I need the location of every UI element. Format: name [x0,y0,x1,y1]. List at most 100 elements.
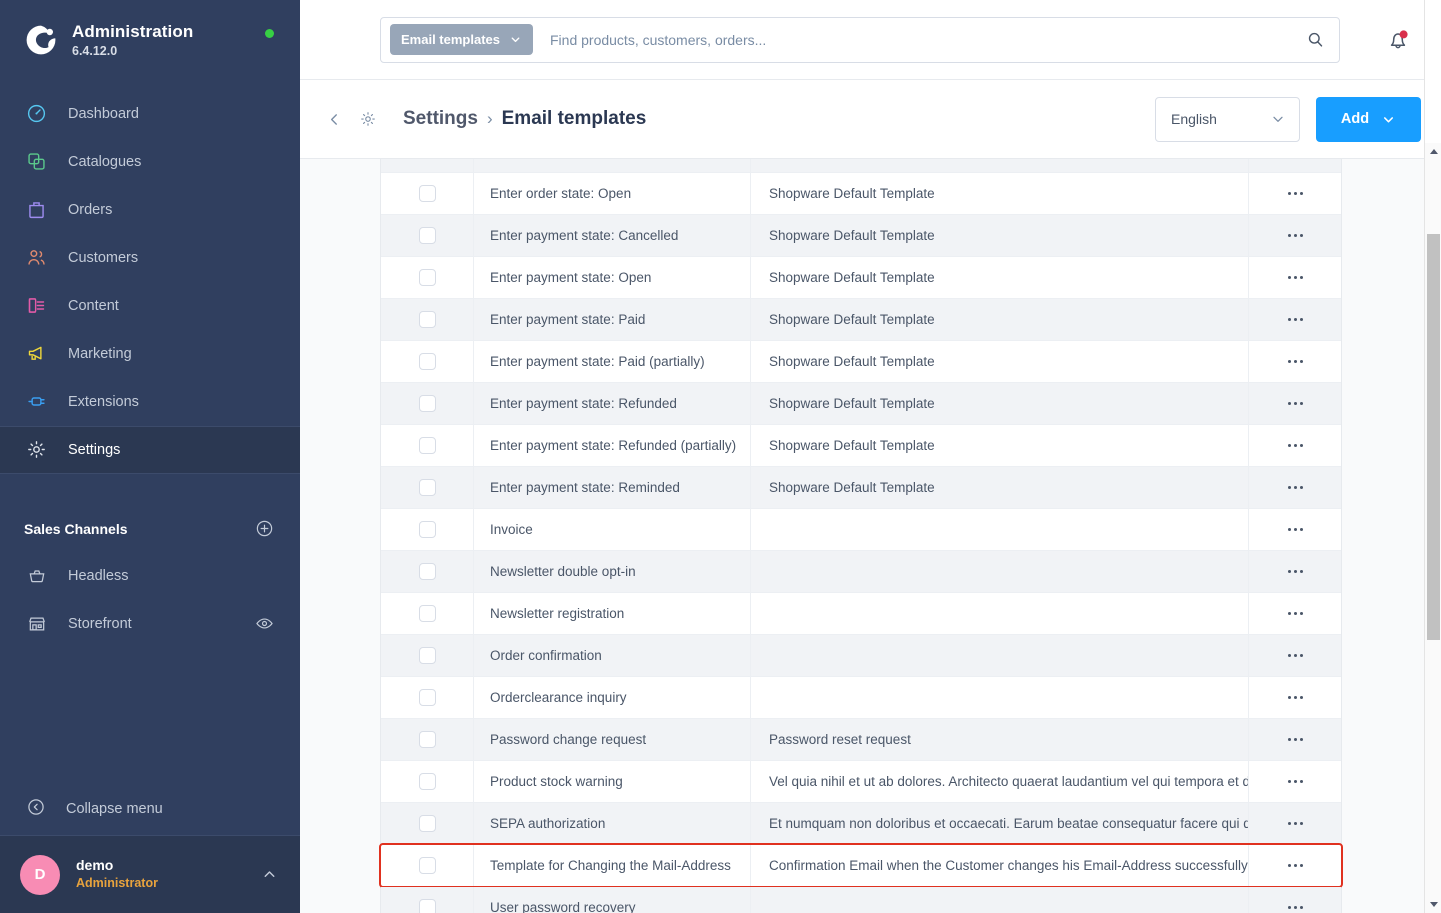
row-checkbox-cell [381,425,474,466]
table-row[interactable]: Enter payment state: Refunded (partially… [381,425,1341,467]
table-row[interactable]: Invoice [381,509,1341,551]
extensions-icon [24,390,48,414]
context-menu-icon[interactable] [1249,467,1341,508]
page-title: Email templates [501,108,647,129]
context-menu-icon[interactable] [1249,635,1341,676]
context-menu-icon[interactable] [1249,215,1341,256]
row-checkbox[interactable] [418,899,436,913]
row-checkbox[interactable] [418,689,436,706]
table-row[interactable]: User password recovery [381,887,1341,913]
context-menu-icon[interactable] [1249,425,1341,466]
context-menu-icon[interactable] [1249,593,1341,634]
sidebar-item-label: Catalogues [68,153,142,170]
table-row[interactable]: Enter order state: Open Shopware Default … [381,173,1341,215]
context-menu-dots [1287,864,1303,867]
sidebar: Administration 6.4.12.0 Dashboard Catalo… [0,0,300,913]
row-checkbox[interactable] [418,227,436,244]
scrollbar-thumb[interactable] [1427,234,1440,640]
row-checkbox[interactable] [418,479,436,496]
context-menu-icon[interactable] [1249,383,1341,424]
table-row[interactable]: Enter payment state: Refunded Shopware De… [381,383,1341,425]
collapse-menu-button[interactable]: Collapse menu [0,783,300,835]
table-row[interactable]: Enter payment state: Paid Shopware Defaul… [381,299,1341,341]
scroll-down-arrow-icon[interactable] [1425,896,1441,913]
row-checkbox[interactable] [418,605,436,622]
row-name-cell: Order confirmation [474,635,751,676]
row-checkbox[interactable] [418,773,436,790]
context-menu-icon[interactable] [1249,299,1341,340]
add-button[interactable]: Add [1316,96,1421,142]
row-checkbox[interactable] [418,815,436,832]
chevron-up-icon[interactable] [261,866,278,883]
sidebar-item-orders[interactable]: Orders [0,186,300,234]
table-row[interactable]: Enter payment state: Paid (partially) Sho… [381,341,1341,383]
context-menu-icon[interactable] [1249,719,1341,760]
row-checkbox[interactable] [418,311,436,328]
search-scope-dropdown[interactable]: Email templates [390,24,533,55]
browser-scrollbar[interactable] [1424,0,1441,913]
table-row-highlighted[interactable]: Template for Changing the Mail-Address Co… [379,843,1343,888]
context-menu-icon[interactable] [1249,551,1341,592]
search-scope-label: Email templates [401,32,500,47]
row-checkbox[interactable] [418,647,436,664]
context-menu-icon[interactable] [1249,887,1341,913]
row-checkbox[interactable] [418,185,436,202]
search-input[interactable] [533,17,1298,62]
table-row[interactable]: Enter payment state: Cancelled Shopware D… [381,215,1341,257]
sidebar-item-customers[interactable]: Customers [0,234,300,282]
search-icon[interactable] [1298,30,1325,49]
sidebar-item-dashboard[interactable]: Dashboard [0,90,300,138]
sidebar-item-label: Settings [68,441,121,458]
table-row[interactable]: Orderclearance inquiry [381,677,1341,719]
row-checkbox[interactable] [418,731,436,748]
table-row[interactable]: SEPA authorization Et numquam non dolorib… [381,803,1341,845]
row-checkbox[interactable] [418,563,436,580]
table-row[interactable]: Enter payment state: Reminded Shopware De… [381,467,1341,509]
plus-circle-icon[interactable] [255,519,274,538]
language-select[interactable]: English [1155,96,1300,142]
eye-icon[interactable] [255,614,274,633]
sidebar-item-settings[interactable]: Settings [0,425,300,474]
row-checkbox[interactable] [418,353,436,370]
table-row[interactable]: Password change request Password reset re… [381,719,1341,761]
chevron-down-icon [1384,116,1394,122]
sidebar-item-marketing[interactable]: Marketing [0,330,300,378]
row-name-cell: Orderclearance inquiry [474,677,751,718]
sidebar-item-extensions[interactable]: Extensions [0,378,300,426]
table-row[interactable]: Order confirmation [381,635,1341,677]
context-menu-icon[interactable] [1249,509,1341,550]
sidebar-item-storefront[interactable]: Storefront [0,600,300,648]
row-checkbox[interactable] [418,395,436,412]
breadcrumb-parent[interactable]: Settings [403,108,478,130]
table-row[interactable]: Newsletter registration [381,593,1341,635]
brand-header[interactable]: Administration 6.4.12.0 [0,0,300,76]
context-menu-icon[interactable] [1249,803,1341,844]
row-name-cell: Template for Changing the Mail-Address [474,845,751,886]
context-menu-icon[interactable] [1249,677,1341,718]
context-menu-icon[interactable] [1249,761,1341,802]
notifications-bell-icon[interactable] [1361,27,1421,53]
scroll-up-arrow-icon[interactable] [1425,143,1441,160]
back-chevron-icon[interactable] [320,105,349,134]
settings-gear-icon[interactable] [353,104,383,134]
table-row[interactable]: Enter payment state: Open Shopware Defaul… [381,257,1341,299]
context-menu-icon[interactable] [1249,173,1341,214]
sidebar-item-content[interactable]: Content [0,282,300,330]
row-desc-cell: Shopware Default Template [751,299,1249,340]
global-search[interactable]: Email templates [380,16,1340,63]
context-menu-icon[interactable] [1249,845,1341,886]
context-menu-icon[interactable] [1249,341,1341,382]
row-checkbox[interactable] [418,857,436,874]
row-checkbox[interactable] [418,521,436,538]
row-name-cell: Newsletter registration [474,593,751,634]
content-area: Enter order state: Open Shopware Default … [300,159,1441,913]
sidebar-item-catalogues[interactable]: Catalogues [0,138,300,186]
sidebar-item-headless[interactable]: Headless [0,552,300,600]
row-checkbox[interactable] [418,269,436,286]
user-menu[interactable]: D demo Administrator [0,835,300,913]
row-checkbox[interactable] [418,437,436,454]
table-row[interactable]: Product stock warning Vel quia nihil et u… [381,761,1341,803]
table-row[interactable]: Newsletter double opt-in [381,551,1341,593]
context-menu-icon[interactable] [1249,257,1341,298]
context-menu-dots [1287,318,1303,321]
